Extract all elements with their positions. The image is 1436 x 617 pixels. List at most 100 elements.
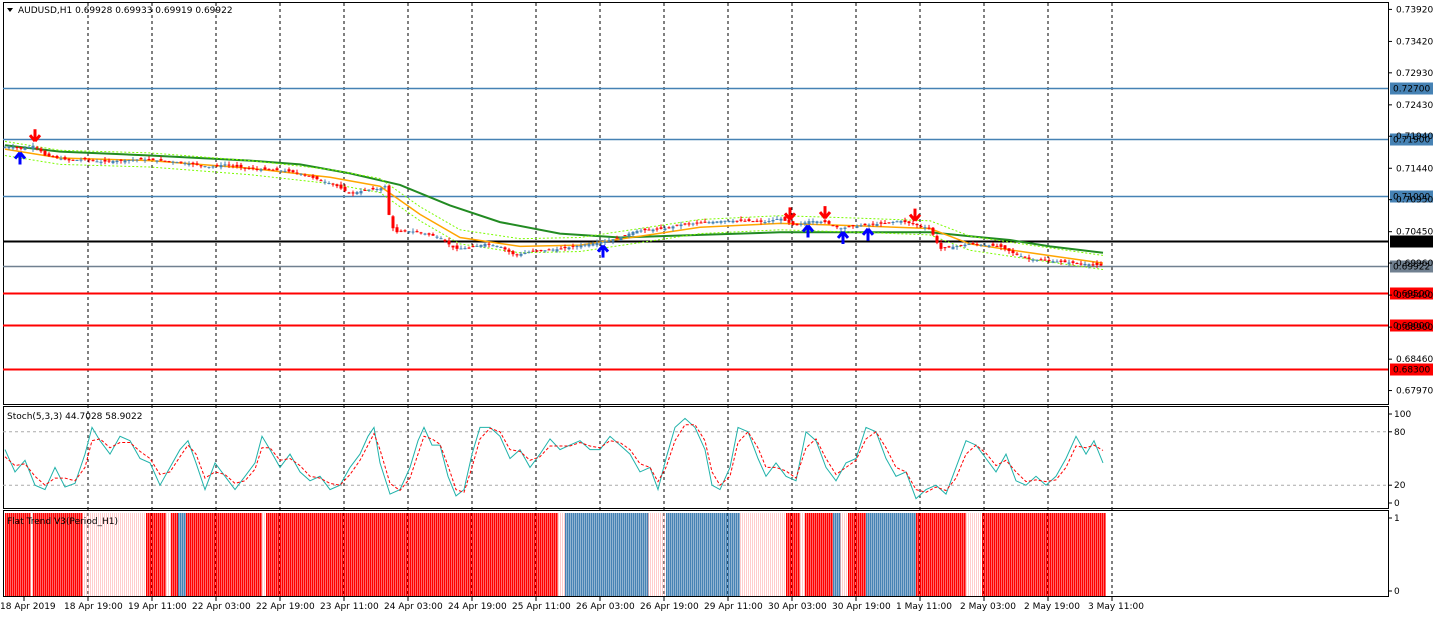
- candle-body: [435, 236, 439, 238]
- flat-trend-bar: [396, 513, 398, 596]
- candle-body: [71, 159, 75, 161]
- flat-trend-bar: [621, 513, 623, 596]
- flat-trend-bar: [336, 513, 338, 596]
- flat-trend-bar: [786, 513, 788, 596]
- candle-body: [659, 227, 663, 229]
- flat-trend-bar: [1036, 513, 1038, 596]
- flat-trend-bar: [898, 513, 900, 596]
- candle-body: [207, 166, 211, 168]
- flat-trend-bar: [904, 513, 906, 596]
- flat-trend-bar: [611, 513, 613, 596]
- flat-trend-bar: [1076, 513, 1078, 596]
- flat-trend-bar: [623, 513, 625, 596]
- candle-body: [923, 227, 927, 229]
- candle-body: [243, 167, 247, 169]
- flat-trend-bar: [426, 513, 428, 596]
- flat-trend-bar: [878, 513, 880, 596]
- candle-body: [751, 221, 755, 223]
- candle-body: [711, 221, 715, 224]
- flat-trend-bar: [788, 513, 790, 596]
- flat-trend-bar: [190, 513, 192, 596]
- flat-trend-bar: [512, 513, 514, 596]
- candle-body: [759, 220, 763, 222]
- candle-body: [431, 234, 435, 236]
- flat-trend-bar: [1046, 513, 1048, 596]
- candle-body: [803, 222, 807, 224]
- candle-body: [1007, 248, 1011, 252]
- candle-body: [315, 176, 319, 180]
- flat-trend-bar: [827, 513, 829, 596]
- flat-trend-bar: [1092, 513, 1094, 596]
- flat-trend-bar: [210, 513, 212, 596]
- flat-trend-bar: [964, 513, 966, 596]
- flat-trend-bar: [1058, 513, 1060, 596]
- flat-trend-bar: [835, 513, 837, 596]
- candle-body: [379, 188, 383, 191]
- flat-trend-bar: [1082, 513, 1084, 596]
- flat-trend-bar: [892, 513, 894, 596]
- flat-trend-bar: [232, 513, 234, 596]
- flat-trend-bar: [603, 513, 605, 596]
- candle-body: [283, 170, 287, 172]
- flat-trend-bar: [482, 513, 484, 596]
- flat-trend-bar: [934, 513, 936, 596]
- flat-trend-bar: [500, 513, 502, 596]
- flat-trend-bar: [928, 513, 930, 596]
- flat-trend-bar: [629, 513, 631, 596]
- candle-body: [847, 226, 851, 228]
- flat-trend-bar: [829, 513, 831, 596]
- flat-trend-bar: [292, 513, 294, 596]
- flat-trend-bar: [1100, 513, 1102, 596]
- candle-body: [779, 218, 783, 221]
- candle-body: [615, 237, 619, 239]
- flat-trend-bar: [607, 513, 609, 596]
- flat-trend-bar: [502, 513, 504, 596]
- flat-trend-bar: [986, 513, 988, 596]
- flat-trend-bar: [1088, 513, 1090, 596]
- flat-trend-bar: [888, 513, 890, 596]
- candle-body: [87, 159, 91, 161]
- flat-trend-bar: [154, 513, 156, 596]
- candle-body: [919, 225, 923, 227]
- flat-trend-bar: [1020, 513, 1022, 596]
- flat-trend-bar: [276, 513, 278, 596]
- flat-trend-bar: [1002, 513, 1004, 596]
- stoch-pane: [3, 406, 1389, 509]
- flat-trend-bar: [595, 513, 597, 596]
- candle-body: [299, 173, 303, 175]
- candle-body: [603, 241, 607, 243]
- flat-trend-bar: [388, 513, 390, 596]
- flat-trend-bar: [180, 513, 182, 596]
- flat-trend-bar: [412, 513, 414, 596]
- candle-body: [895, 221, 899, 223]
- flat-trend-bar: [833, 513, 835, 596]
- candle-body: [163, 160, 167, 162]
- candle-body: [499, 247, 503, 249]
- candle-body: [587, 244, 591, 247]
- flat-trend-bar: [854, 513, 856, 596]
- flat-trend-bar: [938, 513, 940, 596]
- candle-body: [43, 150, 47, 156]
- flat-trend-bar: [1022, 513, 1024, 596]
- flat-trend-bar: [440, 513, 442, 596]
- flat-trend-bar: [914, 513, 916, 596]
- candle-body: [323, 181, 327, 183]
- flat-trend-bar: [894, 513, 896, 596]
- flat-trend-bar: [730, 513, 732, 596]
- flat-trend-bar: [809, 513, 811, 596]
- candle-body: [1027, 257, 1031, 259]
- flat-trend-bar: [700, 513, 702, 596]
- chart-canvas[interactable]: 0.727000.719000.710000.703000.699220.695…: [0, 0, 1436, 617]
- flat-trend-bar: [480, 513, 482, 596]
- price-level-label: 0.72700: [1393, 85, 1430, 95]
- flat-trend-bar: [520, 513, 522, 596]
- flat-trend-bar: [240, 513, 242, 596]
- flat-trend-bar: [942, 513, 944, 596]
- flat-trend-bar: [1044, 513, 1046, 596]
- flat-trend-bar: [992, 513, 994, 596]
- flat-trend-bar: [1018, 513, 1020, 596]
- flat-trend-bar: [272, 513, 274, 596]
- candle-body: [339, 184, 343, 189]
- candle-body: [251, 167, 255, 169]
- flat-trend-bar: [692, 513, 694, 596]
